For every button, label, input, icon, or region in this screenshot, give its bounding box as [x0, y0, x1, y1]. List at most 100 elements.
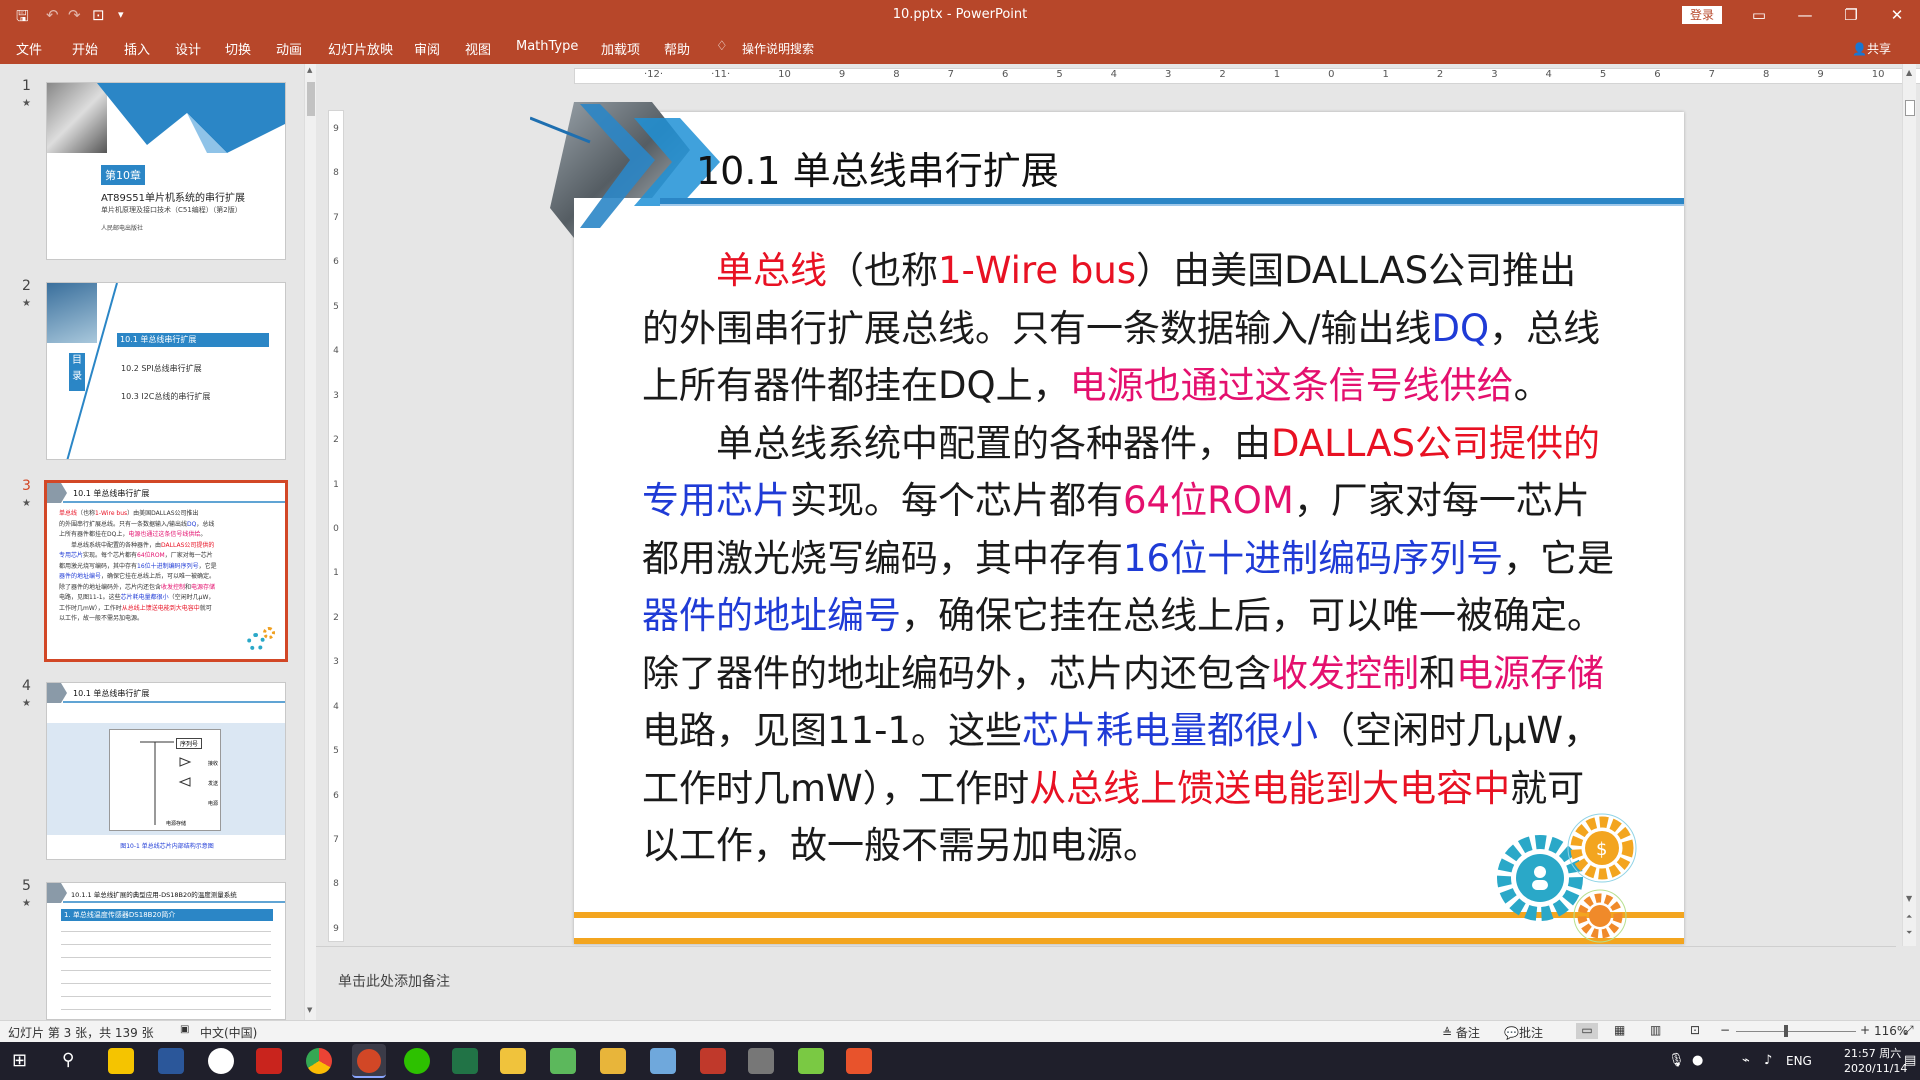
ruler-label: 10 — [1871, 69, 1885, 80]
fit-to-window-icon[interactable]: ⤢ — [1904, 1023, 1914, 1038]
body-fragment: 上所有器件都挂在DQ上， — [642, 364, 1070, 407]
camtasia-icon[interactable] — [798, 1048, 824, 1074]
notes-button[interactable]: ≜ 备注 — [1442, 1024, 1480, 1041]
zoom-out-icon[interactable]: − — [1720, 1023, 1730, 1037]
notes-placeholder[interactable]: 单击此处添加备注 — [338, 971, 450, 991]
zoom-slider-thumb[interactable] — [1784, 1025, 1788, 1037]
thumb-body-fragment: 就可 — [199, 604, 212, 612]
thumbnail-scrollbar[interactable]: ▲ ▼ — [304, 64, 316, 1020]
body-line: 的外围串行扩展总线。只有一条数据输入/输出线DQ，总线 — [642, 300, 1682, 358]
notes-pane[interactable]: 单击此处添加备注 — [316, 946, 1896, 1020]
file-explorer-icon[interactable] — [600, 1048, 626, 1074]
thumb-decoration — [97, 83, 285, 153]
spellcheck-icon[interactable]: ▣ — [180, 1024, 189, 1035]
ime-indicator[interactable]: ENG — [1786, 1054, 1812, 1068]
camtasia-recorder-icon[interactable] — [846, 1048, 872, 1074]
app-icon[interactable] — [550, 1048, 576, 1074]
slide-body-text[interactable]: 单总线（也称1-Wire bus）由美国DALLAS公司推出 的外围串行扩展总线。… — [574, 242, 1684, 882]
tab-mathtype[interactable]: MathType — [516, 39, 578, 54]
tab-review[interactable]: 审阅 — [414, 39, 440, 58]
slide-thumbnail-4[interactable]: 10.1 单总线串行扩展 序列号 接收 发送 电源 电源存储 图10-1 单总线… — [46, 682, 286, 860]
close-button[interactable]: ✕ — [1882, 6, 1912, 24]
body-fragment: 实现。每个芯片都有 — [790, 479, 1123, 522]
scroll-up-icon[interactable]: ▲ — [1906, 68, 1912, 77]
excel-icon[interactable] — [452, 1048, 478, 1074]
clock-time[interactable]: 21:57 周六 — [1844, 1045, 1901, 1061]
body-fragment: 电路，见图11-1。这些 — [642, 709, 1022, 752]
tab-animations[interactable]: 动画 — [276, 39, 302, 58]
body-fragment: 16位十进制编码序列号 — [1123, 536, 1504, 580]
normal-view-icon[interactable]: ▭ — [1576, 1023, 1598, 1039]
slide-thumbnail-1[interactable]: 第10章 AT89S51单片机系统的串行扩展 单片机原理及接口技术（C51编程）… — [46, 82, 286, 260]
scroll-down-icon[interactable]: ▼ — [307, 1006, 312, 1014]
minimize-button[interactable]: — — [1790, 6, 1820, 24]
pdf-icon[interactable] — [256, 1048, 282, 1074]
body-fragment: 以工作，故一般不需另加电源。 — [642, 824, 1160, 867]
zoom-in-icon[interactable]: + — [1860, 1023, 1870, 1037]
scroll-up-icon[interactable]: ▲ — [307, 66, 312, 74]
windows-start-icon[interactable]: ⊞ — [12, 1050, 27, 1071]
microphone-icon[interactable]: 🎙 — [1668, 1053, 1685, 1068]
scrollbar-thumb[interactable] — [1905, 100, 1915, 116]
share-button[interactable]: 👤共享 — [1852, 40, 1891, 57]
tab-transitions[interactable]: 切换 — [225, 39, 251, 58]
search-icon[interactable]: ⚲ — [62, 1050, 74, 1070]
ruler-label: 3 — [1165, 69, 1172, 80]
thumb-body-line: 单总线系统中配置的各种器件，由DALLAS公司提供的 — [59, 541, 271, 552]
notification-icon[interactable]: ▤ — [1904, 1053, 1916, 1068]
slide-thumbnail-3[interactable]: 10.1 单总线串行扩展 单总线（也称1-Wire bus）由美国DALLAS公… — [44, 480, 288, 662]
tab-help[interactable]: 帮助 — [664, 39, 690, 58]
app-icon[interactable] — [108, 1048, 134, 1074]
scrollbar-thumb[interactable] — [307, 82, 315, 116]
login-button[interactable]: 登录 — [1682, 6, 1722, 24]
thumb-chapter: 第10章 — [101, 165, 145, 185]
volume-icon[interactable]: ♪ — [1764, 1053, 1772, 1068]
slideshow-icon[interactable]: ⊡ — [1690, 1023, 1700, 1037]
slide-thumbnail-2[interactable]: 目录 CONTENTS 10.1 单总线串行扩展 10.2 SPI总线串行扩展 … — [46, 282, 286, 460]
app-icon[interactable] — [700, 1048, 726, 1074]
app-icon[interactable] — [748, 1048, 774, 1074]
app-icon[interactable] — [500, 1048, 526, 1074]
tab-slideshow[interactable]: 幻灯片放映 — [328, 39, 393, 58]
slide-title[interactable]: 10.1 单总线串行扩展 — [696, 140, 1059, 195]
thumb-body-placeholder — [61, 927, 271, 1015]
slide-number: 3 — [22, 478, 31, 494]
powerpoint-taskbar-button[interactable] — [352, 1044, 386, 1078]
slide-thumbnail-5[interactable]: 10.1.1 单总线扩展的典型应用-DS18B20的温度测量系统 1. 单总线温… — [46, 882, 286, 1020]
ruler-label: 6 — [333, 257, 339, 268]
qq-icon[interactable] — [208, 1048, 234, 1074]
ruler-label: 7 — [947, 69, 954, 80]
tab-design[interactable]: 设计 — [175, 39, 201, 58]
scroll-down-icon[interactable]: ▼ — [1906, 894, 1912, 903]
slide-sorter-icon[interactable]: ▦ — [1614, 1023, 1625, 1037]
chrome-icon[interactable] — [306, 1048, 332, 1074]
tell-me-search[interactable]: 操作说明搜索 — [742, 40, 814, 57]
editor-scrollbar[interactable]: ▲ ▼ ⏶ ⏷ — [1902, 64, 1916, 946]
app-icon[interactable] — [650, 1048, 676, 1074]
tab-insert[interactable]: 插入 — [124, 39, 150, 58]
tray-icon[interactable]: ● — [1692, 1053, 1703, 1068]
tab-addins[interactable]: 加载项 — [601, 39, 640, 58]
previous-slide-icon[interactable]: ⏶ — [1906, 912, 1912, 922]
tab-view[interactable]: 视图 — [465, 39, 491, 58]
reading-view-icon[interactable]: ▥ — [1650, 1023, 1661, 1037]
network-icon[interactable]: ⌁ — [1742, 1053, 1750, 1068]
language-indicator[interactable]: 中文(中国) — [200, 1024, 257, 1041]
wechat-icon[interactable] — [404, 1048, 430, 1074]
body-fragment: 电源存储 — [1456, 651, 1604, 695]
comments-button[interactable]: 💬批注 — [1504, 1024, 1543, 1041]
slide-canvas[interactable]: 10.1 单总线串行扩展 单总线（也称1-Wire bus）由美国DALLAS公… — [530, 102, 1684, 944]
zoom-slider[interactable] — [1736, 1031, 1856, 1032]
tab-file[interactable]: 文件 — [16, 39, 42, 58]
clock-date[interactable]: 2020/11/14 — [1844, 1062, 1907, 1075]
ruler-label: 2 — [333, 435, 339, 446]
thumb-body-fragment: 电路，见图11-1。这些 — [59, 594, 121, 601]
tab-home[interactable]: 开始 — [72, 39, 98, 58]
restore-button[interactable]: ❐ — [1836, 6, 1866, 24]
ribbon-display-icon[interactable]: ▭ — [1744, 6, 1774, 24]
slide-number: 5 — [22, 878, 31, 894]
next-slide-icon[interactable]: ⏷ — [1906, 928, 1912, 938]
body-fragment: ，厂家对每一芯片 — [1293, 479, 1590, 522]
ruler-label: ·11· — [711, 69, 731, 80]
word-icon[interactable] — [158, 1048, 184, 1074]
